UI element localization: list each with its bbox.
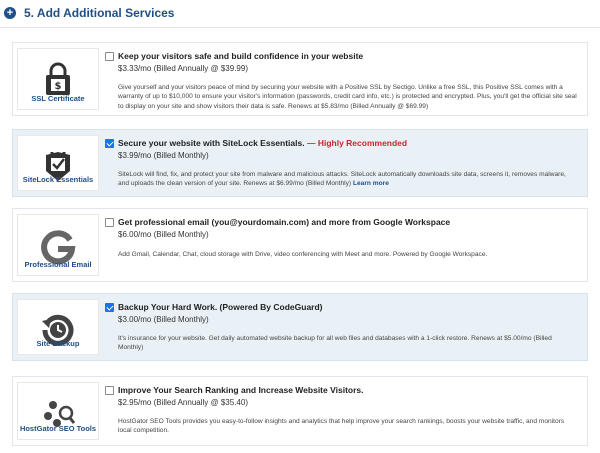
section-title: 5. Add Additional Services	[24, 6, 175, 20]
service-label: Professional Email	[24, 260, 92, 269]
service-checkbox[interactable]	[105, 218, 114, 227]
learn-more-link[interactable]: Learn more	[353, 180, 389, 187]
service-label: Site Backup	[36, 339, 80, 348]
service-headline: Secure your website with SiteLock Essent…	[118, 138, 408, 148]
service-tile-sitelock: SiteLock Essentials	[17, 135, 99, 191]
service-checkbox[interactable]	[105, 303, 114, 312]
service-checkbox[interactable]	[105, 386, 114, 395]
service-headline: Improve Your Search Ranking and Increase…	[118, 385, 364, 395]
service-price: $3.99/mo (Billed Monthly)	[118, 151, 209, 160]
service-card-email: Professional Email Get professional emai…	[12, 208, 588, 282]
service-tile-seo: HostGator SEO Tools	[17, 382, 99, 440]
service-label: SSL Certificate	[31, 94, 85, 103]
recommended-badge: — Highly Recommended	[306, 138, 408, 148]
lock-icon: $	[38, 59, 78, 99]
section-divider	[0, 27, 600, 28]
plus-circle-icon: +	[4, 7, 16, 19]
section-header: + 5. Add Additional Services	[4, 6, 174, 20]
service-price: $3.00/mo (Billed Monthly)	[118, 315, 209, 324]
service-checkbox[interactable]	[105, 139, 114, 148]
service-description: It's insurance for your website. Get dai…	[118, 335, 552, 352]
service-card-sitelock: SiteLock Essentials Secure your website …	[12, 129, 588, 197]
service-headline: Backup Your Hard Work. (Powered By CodeG…	[118, 302, 323, 312]
service-description: Give yourself and your visitors peace of…	[118, 84, 577, 110]
service-card-seo: HostGator SEO Tools Improve Your Search …	[12, 376, 588, 446]
service-price: $2.95/mo (Billed Annually @ $35.40)	[118, 398, 248, 407]
service-description: Add Gmail, Calendar, Chat, cloud storage…	[118, 251, 488, 258]
service-headline: Get professional email (you@yourdomain.c…	[118, 217, 451, 227]
svg-text:$: $	[55, 81, 62, 92]
service-tile-ssl: $ SSL Certificate	[17, 48, 99, 110]
service-card-backup: Site Backup Backup Your Hard Work. (Powe…	[12, 293, 588, 361]
service-checkbox[interactable]	[105, 52, 114, 61]
service-description: SiteLock will find, fix, and protect you…	[118, 171, 566, 188]
service-description: HostGator SEO Tools provides you easy-to…	[118, 418, 565, 435]
service-label: SiteLock Essentials	[22, 175, 94, 184]
service-price: $6.00/mo (Billed Monthly)	[118, 230, 209, 239]
service-label: HostGator SEO Tools	[19, 424, 97, 433]
service-tile-backup: Site Backup	[17, 299, 99, 355]
service-card-ssl: $ SSL Certificate Keep your visitors saf…	[12, 42, 588, 116]
service-tile-email: Professional Email	[17, 214, 99, 276]
service-price: $3.33/mo (Billed Annually @ $39.99)	[118, 64, 248, 73]
service-headline: Keep your visitors safe and build confid…	[118, 51, 364, 61]
